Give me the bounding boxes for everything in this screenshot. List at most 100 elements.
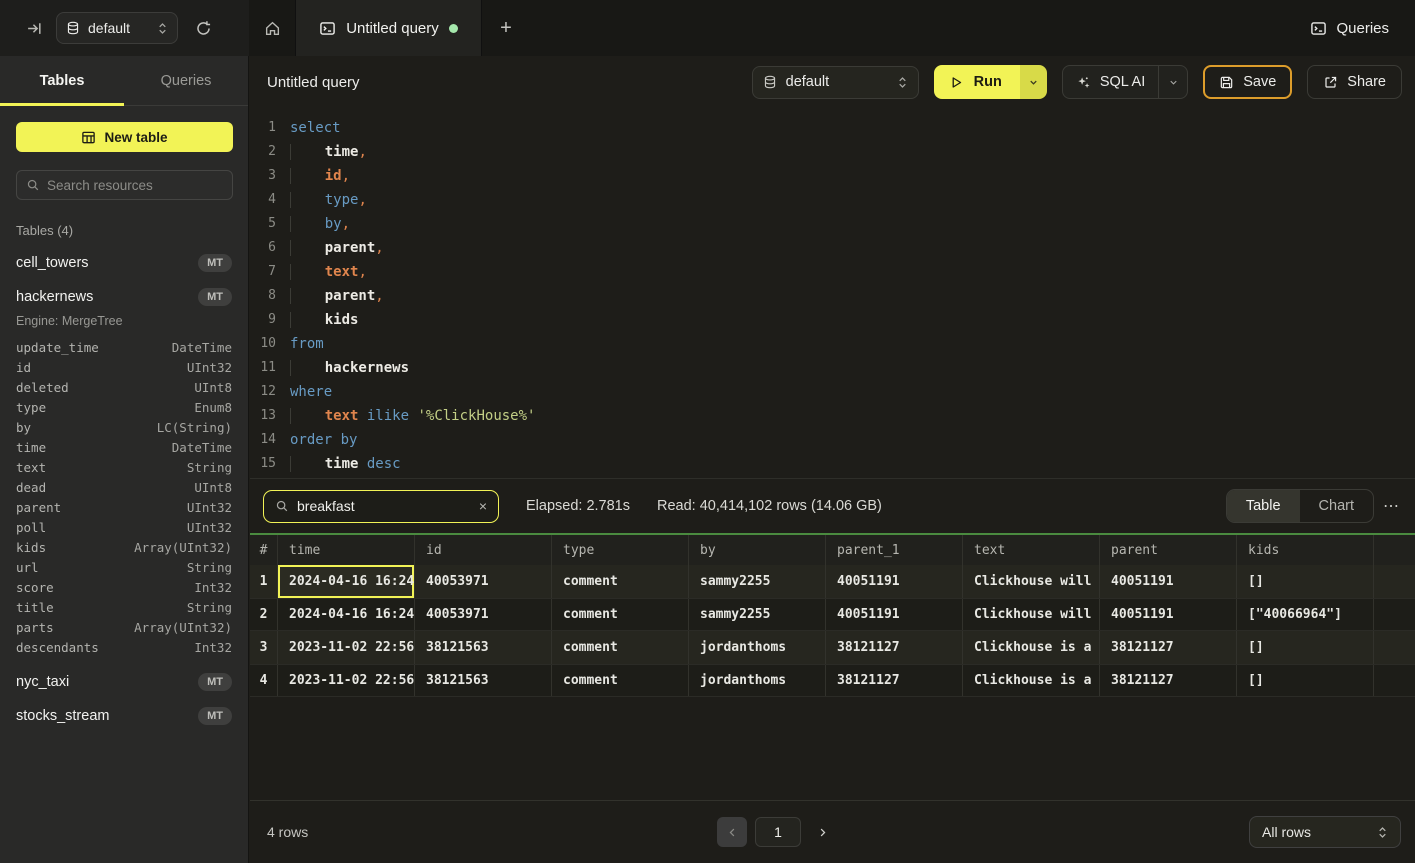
collapse-sidebar-button[interactable] — [22, 16, 46, 40]
column-header[interactable]: time — [278, 535, 415, 565]
page-number[interactable]: 1 — [755, 817, 801, 847]
table-cell[interactable]: Clickhouse is a … — [963, 631, 1100, 664]
topbar-database-select[interactable]: default — [56, 12, 178, 44]
view-toggle-table[interactable]: Table — [1227, 490, 1300, 522]
table-cell[interactable]: Clickhouse will … — [963, 565, 1100, 598]
table-cell[interactable]: 2024-04-16 16:24… — [278, 565, 415, 598]
next-page-button[interactable] — [809, 817, 835, 847]
column-name: score — [16, 580, 194, 595]
table-cell[interactable]: 38121127 — [1100, 631, 1237, 664]
column-header[interactable]: type — [552, 535, 689, 565]
column-name: by — [16, 420, 157, 435]
results-search[interactable]: × — [263, 490, 499, 523]
query-database-select[interactable]: default — [752, 66, 919, 99]
indent-guide — [290, 144, 325, 160]
column-header[interactable]: text — [963, 535, 1100, 565]
table-column-row[interactable]: timeDateTime — [16, 437, 232, 457]
table-cell[interactable]: 2023-11-02 22:56… — [278, 665, 415, 696]
table-cell[interactable]: jordanthoms — [689, 631, 826, 664]
sidebar-tab-tables[interactable]: Tables — [0, 56, 124, 105]
home-tab[interactable] — [249, 0, 296, 56]
table-cell[interactable]: 38121127 — [826, 665, 963, 696]
sidebar-search[interactable] — [16, 170, 233, 200]
column-header[interactable]: # — [250, 535, 278, 565]
unsaved-dot — [449, 24, 458, 33]
table-cell[interactable]: 40053971 — [415, 565, 552, 598]
share-button[interactable]: Share — [1307, 65, 1402, 99]
table-list-item[interactable]: hackernewsMT — [16, 288, 232, 306]
table-cell[interactable]: 38121563 — [415, 631, 552, 664]
table-column-row[interactable]: kidsArray(UInt32) — [16, 537, 232, 557]
table-cell[interactable]: ["40066964"] — [1237, 599, 1374, 630]
table-cell[interactable]: 2024-04-16 16:24… — [278, 599, 415, 630]
table-column-row[interactable]: urlString — [16, 557, 232, 577]
run-options-button[interactable] — [1020, 65, 1047, 99]
table-list-item[interactable]: stocks_streamMT — [16, 707, 232, 725]
table-column-row[interactable]: deadUInt8 — [16, 477, 232, 497]
column-header[interactable]: kids — [1237, 535, 1374, 565]
table-cell[interactable]: Clickhouse is a … — [963, 665, 1100, 696]
table-cell[interactable]: comment — [552, 599, 689, 630]
table-cell[interactable]: 38121127 — [826, 631, 963, 664]
column-header[interactable]: id — [415, 535, 552, 565]
table-column-row[interactable]: textString — [16, 457, 232, 477]
column-header[interactable]: parent_1 — [826, 535, 963, 565]
save-button[interactable]: Save — [1203, 65, 1292, 99]
page-size-select[interactable]: All rows — [1249, 816, 1401, 848]
table-column-row[interactable]: deletedUInt8 — [16, 377, 232, 397]
table-cell[interactable]: sammy2255 — [689, 599, 826, 630]
table-column-row[interactable]: idUInt32 — [16, 357, 232, 377]
table-cell[interactable]: 2023-11-02 22:56… — [278, 631, 415, 664]
table-cell[interactable]: comment — [552, 665, 689, 696]
table-cell[interactable]: 38121127 — [1100, 665, 1237, 696]
row-number: 1 — [250, 565, 278, 598]
queries-link[interactable]: Queries — [1310, 0, 1389, 56]
tab-untitled-query[interactable]: Untitled query — [296, 0, 482, 56]
more-options-button[interactable]: ⋯ — [1383, 496, 1400, 516]
line-number: 1 — [250, 116, 276, 140]
clear-search-button[interactable]: × — [479, 498, 487, 514]
table-column-row[interactable]: update_timeDateTime — [16, 337, 232, 357]
table-cell[interactable]: [] — [1237, 665, 1374, 696]
table-cell[interactable]: [] — [1237, 631, 1374, 664]
table-cell[interactable]: sammy2255 — [689, 565, 826, 598]
table-cell[interactable]: jordanthoms — [689, 665, 826, 696]
table-column-row[interactable]: titleString — [16, 597, 232, 617]
table-column-row[interactable]: pollUInt32 — [16, 517, 232, 537]
chevron-down-icon — [1028, 77, 1039, 88]
table-cell[interactable]: 40053971 — [415, 599, 552, 630]
table-cell[interactable]: comment — [552, 631, 689, 664]
table-cell[interactable]: comment — [552, 565, 689, 598]
sql-ai-options-button[interactable] — [1159, 66, 1187, 98]
table-cell[interactable]: [] — [1237, 565, 1374, 598]
view-toggle-chart[interactable]: Chart — [1300, 490, 1373, 522]
sql-ai-button[interactable]: SQL AI — [1063, 66, 1159, 98]
table-cell[interactable]: 38121563 — [415, 665, 552, 696]
table-cell[interactable]: 40051191 — [1100, 565, 1237, 598]
new-tab-button[interactable]: + — [482, 0, 530, 56]
table-column-row[interactable]: typeEnum8 — [16, 397, 232, 417]
table-cell[interactable]: 40051191 — [1100, 599, 1237, 630]
table-column-row[interactable]: byLC(String) — [16, 417, 232, 437]
refresh-button[interactable] — [190, 15, 216, 41]
table-cell[interactable]: 40051191 — [826, 599, 963, 630]
line-number: 10 — [250, 332, 276, 356]
sidebar-tab-queries[interactable]: Queries — [124, 56, 248, 105]
results-search-input[interactable] — [297, 498, 471, 514]
table-column-row[interactable]: scoreInt32 — [16, 577, 232, 597]
table-cell[interactable]: 40051191 — [826, 565, 963, 598]
table-column-row[interactable]: partsArray(UInt32) — [16, 617, 232, 637]
run-button[interactable]: Run — [934, 65, 1020, 99]
new-table-button[interactable]: New table — [16, 122, 233, 152]
sql-editor[interactable]: 1select2 time,3 id,4 type,5 by,6 parent,… — [250, 108, 1415, 478]
table-column-row[interactable]: descendantsInt32 — [16, 637, 232, 657]
column-header[interactable]: parent — [1100, 535, 1237, 565]
table-cell[interactable]: Clickhouse will … — [963, 599, 1100, 630]
table-column-row[interactable]: parentUInt32 — [16, 497, 232, 517]
prev-page-button[interactable] — [717, 817, 747, 847]
sidebar-search-input[interactable] — [47, 178, 223, 193]
table-list-item[interactable]: nyc_taxiMT — [16, 673, 232, 691]
sql-ai-label: SQL AI — [1100, 74, 1145, 90]
table-list-item[interactable]: cell_towersMT — [16, 254, 232, 272]
column-header[interactable]: by — [689, 535, 826, 565]
